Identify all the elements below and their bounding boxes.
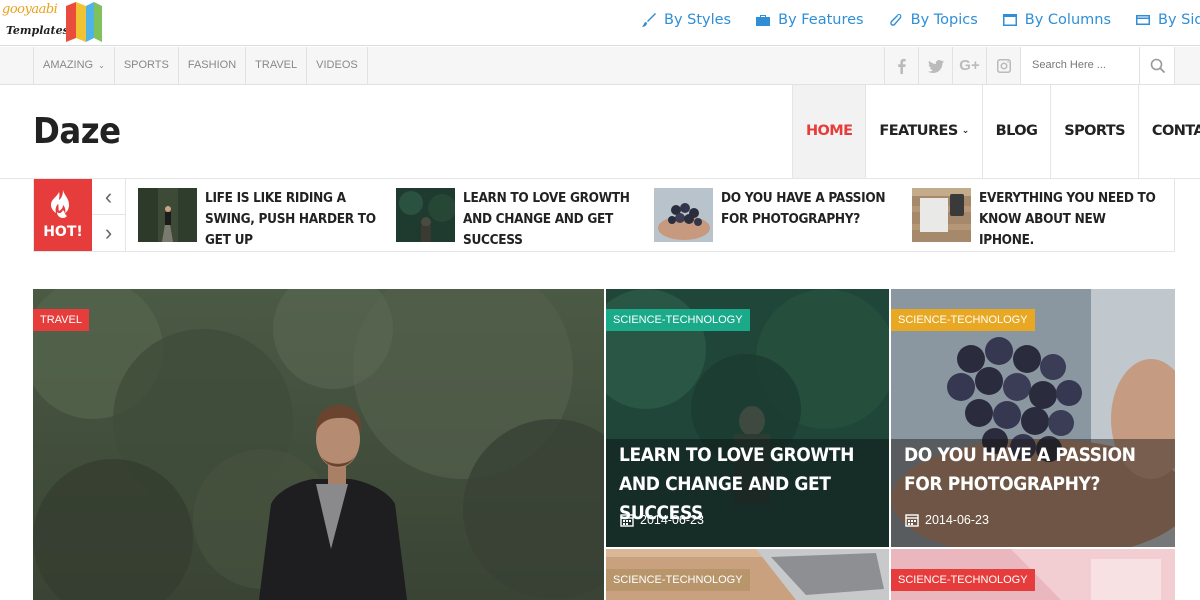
search-input[interactable]: Search Here ...	[1032, 59, 1106, 71]
gooyaabi-logo[interactable]: gooyaabi Templates	[0, 0, 110, 44]
ticker-item[interactable]: EVERYTHING YOU NEED TO KNOW ABOUT NEW IP…	[912, 188, 1159, 248]
category-travel[interactable]: TRAVEL	[246, 47, 308, 84]
card-date: 2014-06-23	[620, 513, 704, 527]
ticker-thumbnail	[654, 188, 713, 242]
twitter-icon[interactable]	[918, 47, 952, 84]
ticker-title: EVERYTHING YOU NEED TO KNOW ABOUT NEW IP…	[979, 190, 1156, 248]
calendar-icon	[905, 514, 919, 527]
by-styles-label: By Styles	[664, 12, 732, 28]
hot-badge: HOT!	[34, 179, 92, 251]
logo-subtext: Templates	[6, 24, 69, 37]
chevron-left-icon: ‹	[104, 183, 113, 209]
category-amazing-label: AMAZING	[43, 59, 94, 71]
facebook-icon[interactable]	[884, 47, 918, 84]
nav-home[interactable]: HOME	[793, 85, 867, 178]
ticker-title: LIFE IS LIKE RIDING A SWING, PUSH HARDER…	[205, 190, 376, 248]
search-icon	[1150, 58, 1165, 73]
paperclip-icon	[889, 14, 902, 26]
hot-label: HOT!	[43, 224, 83, 240]
nav-features-label: FEATURES	[879, 123, 958, 139]
hot-ticker: HOT! ‹ › LIFE IS LIKE RIDING A SWING, PU…	[33, 178, 1175, 252]
nav-sports[interactable]: SPORTS	[1051, 85, 1139, 178]
briefcase-icon	[756, 15, 771, 26]
category-amazing[interactable]: AMAZING ⌄	[34, 47, 115, 84]
ticker-title: DO YOU HAVE A PASSION FOR PHOTOGRAPHY?	[721, 190, 886, 227]
category-tag[interactable]: SCIENCE-TECHNOLOGY	[891, 309, 1035, 331]
chevron-down-icon: ⌄	[98, 61, 105, 70]
nav-features[interactable]: FEATURES ⌄	[866, 85, 983, 178]
ticker-title: LEARN TO LOVE GROWTH AND CHANGE AND GET …	[463, 190, 630, 248]
main-header: Daze HOME FEATURES ⌄ BLOG SPORTS CONTACT	[0, 85, 1200, 179]
gooyaabi-nav: By Styles By Features By Topics By Colum…	[641, 12, 1200, 28]
logo-text: gooyaabi	[2, 2, 58, 17]
featured-main-image	[33, 289, 604, 600]
ticker-item[interactable]: LIFE IS LIKE RIDING A SWING, PUSH HARDER…	[138, 188, 385, 248]
nav-contact[interactable]: CONTACT	[1139, 85, 1200, 178]
by-sidebar-label: By Sideb	[1158, 12, 1200, 28]
ticker-prev-button[interactable]: ‹	[92, 179, 125, 215]
category-tag[interactable]: SCIENCE-TECHNOLOGY	[891, 569, 1035, 591]
nav-blog[interactable]: BLOG	[983, 85, 1052, 178]
category-sports[interactable]: SPORTS	[115, 47, 179, 84]
by-topics-link[interactable]: By Topics	[888, 12, 978, 28]
by-features-label: By Features	[778, 12, 864, 28]
by-columns-link[interactable]: By Columns	[1002, 12, 1111, 28]
calendar-icon	[620, 514, 634, 527]
category-tag[interactable]: TRAVEL	[33, 309, 89, 331]
category-menu: AMAZING ⌄ SPORTS FASHION TRAVEL VIDEOS	[33, 47, 368, 84]
search-box: Search Here ...	[1020, 47, 1175, 84]
by-features-link[interactable]: By Features	[755, 12, 864, 28]
google-plus-icon[interactable]: G+	[952, 47, 986, 84]
search-button[interactable]	[1139, 47, 1175, 84]
featured-card[interactable]: SCIENCE-TECHNOLOGY LEARN TO LOVE GROWTH …	[606, 289, 889, 547]
card-title[interactable]: DO YOU HAVE A PASSION FOR PHOTOGRAPHY?	[904, 441, 1164, 499]
ticker-item[interactable]: LEARN TO LOVE GROWTH AND CHANGE AND GET …	[396, 188, 643, 248]
book-logo-icon	[66, 2, 102, 42]
flame-icon	[51, 190, 69, 218]
card-icon	[1136, 15, 1151, 25]
category-tag[interactable]: SCIENCE-TECHNOLOGY	[606, 569, 750, 591]
category-fashion[interactable]: FASHION	[179, 47, 247, 84]
category-videos[interactable]: VIDEOS	[307, 47, 368, 84]
ticker-thumbnail	[912, 188, 971, 242]
ticker-thumbnail	[138, 188, 197, 242]
ticker-arrows: ‹ ›	[92, 179, 126, 251]
ticker-item[interactable]: DO YOU HAVE A PASSION FOR PHOTOGRAPHY?	[654, 188, 901, 242]
site-logo[interactable]: Daze	[33, 111, 121, 152]
social-links: G+	[884, 47, 1020, 84]
site-top-bar: gooyaabi Templates By Styles By Features…	[0, 0, 1200, 46]
chevron-down-icon: ⌄	[961, 126, 970, 136]
by-topics-label: By Topics	[910, 12, 978, 28]
featured-card[interactable]: SCIENCE-TECHNOLOGY	[606, 549, 889, 600]
window-icon	[1002, 14, 1017, 26]
featured-main-card[interactable]: TRAVEL	[33, 289, 604, 600]
instagram-icon[interactable]	[986, 47, 1020, 84]
by-columns-label: By Columns	[1024, 12, 1112, 28]
card-date-text: 2014-06-23	[925, 513, 989, 527]
brush-icon	[642, 13, 656, 27]
by-styles-link[interactable]: By Styles	[641, 12, 731, 28]
featured-card[interactable]: SCIENCE-TECHNOLOGY DO YOU HAVE A PASSION…	[891, 289, 1175, 547]
ticker-next-button[interactable]: ›	[92, 215, 125, 251]
category-tag[interactable]: SCIENCE-TECHNOLOGY	[606, 309, 750, 331]
card-date: 2014-06-23	[905, 513, 989, 527]
main-nav: HOME FEATURES ⌄ BLOG SPORTS CONTACT	[792, 85, 1200, 178]
ticker-thumbnail	[396, 188, 455, 242]
chevron-right-icon: ›	[104, 220, 113, 245]
by-sidebar-link[interactable]: By Sideb	[1135, 12, 1200, 28]
card-date-text: 2014-06-23	[640, 513, 704, 527]
featured-card[interactable]: SCIENCE-TECHNOLOGY	[891, 549, 1175, 600]
secondary-bar: AMAZING ⌄ SPORTS FASHION TRAVEL VIDEOS G…	[0, 47, 1200, 85]
